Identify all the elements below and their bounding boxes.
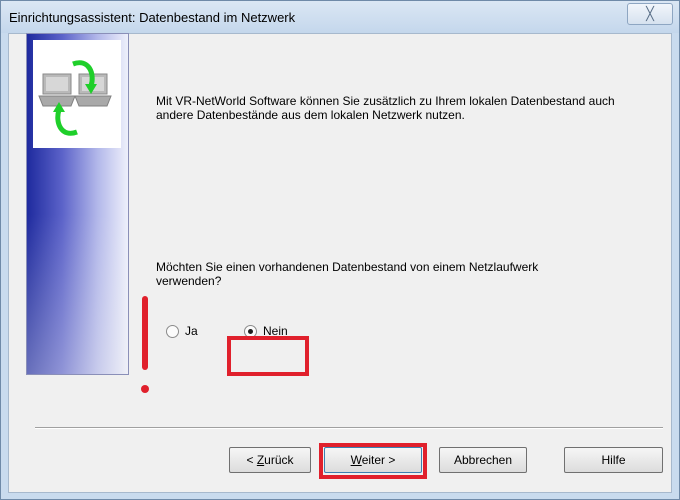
panel-shade [27,214,128,374]
nein-highlight-box [227,336,309,376]
wizard-side-panel [26,33,129,375]
radio-ja[interactable]: Ja [166,324,198,338]
back-button[interactable]: < Zurück [229,447,311,473]
title-bar: Einrichtungsassistent: Datenbestand im N… [1,1,679,33]
cancel-button[interactable]: Abbrechen [439,447,527,473]
radio-ja-circle[interactable] [166,324,179,338]
separator [35,427,663,429]
network-computers-sync-icon [33,40,121,148]
radio-ja-label[interactable]: Ja [185,324,198,338]
question-text: Möchten Sie einen vorhandenen Datenbesta… [156,260,539,288]
help-button[interactable]: Hilfe [564,447,663,473]
exclamation-mark-icon [142,296,148,370]
exclamation-dot [141,385,149,393]
close-icon: ╳ [646,6,654,21]
intro-text: Mit VR-NetWorld Software können Sie zusä… [156,94,615,122]
close-button[interactable]: ╳ [627,3,673,25]
next-highlight-box [319,443,427,479]
back-rest: urück [264,453,294,467]
back-prefix: < [246,453,257,467]
window-title: Einrichtungsassistent: Datenbestand im N… [9,10,296,25]
